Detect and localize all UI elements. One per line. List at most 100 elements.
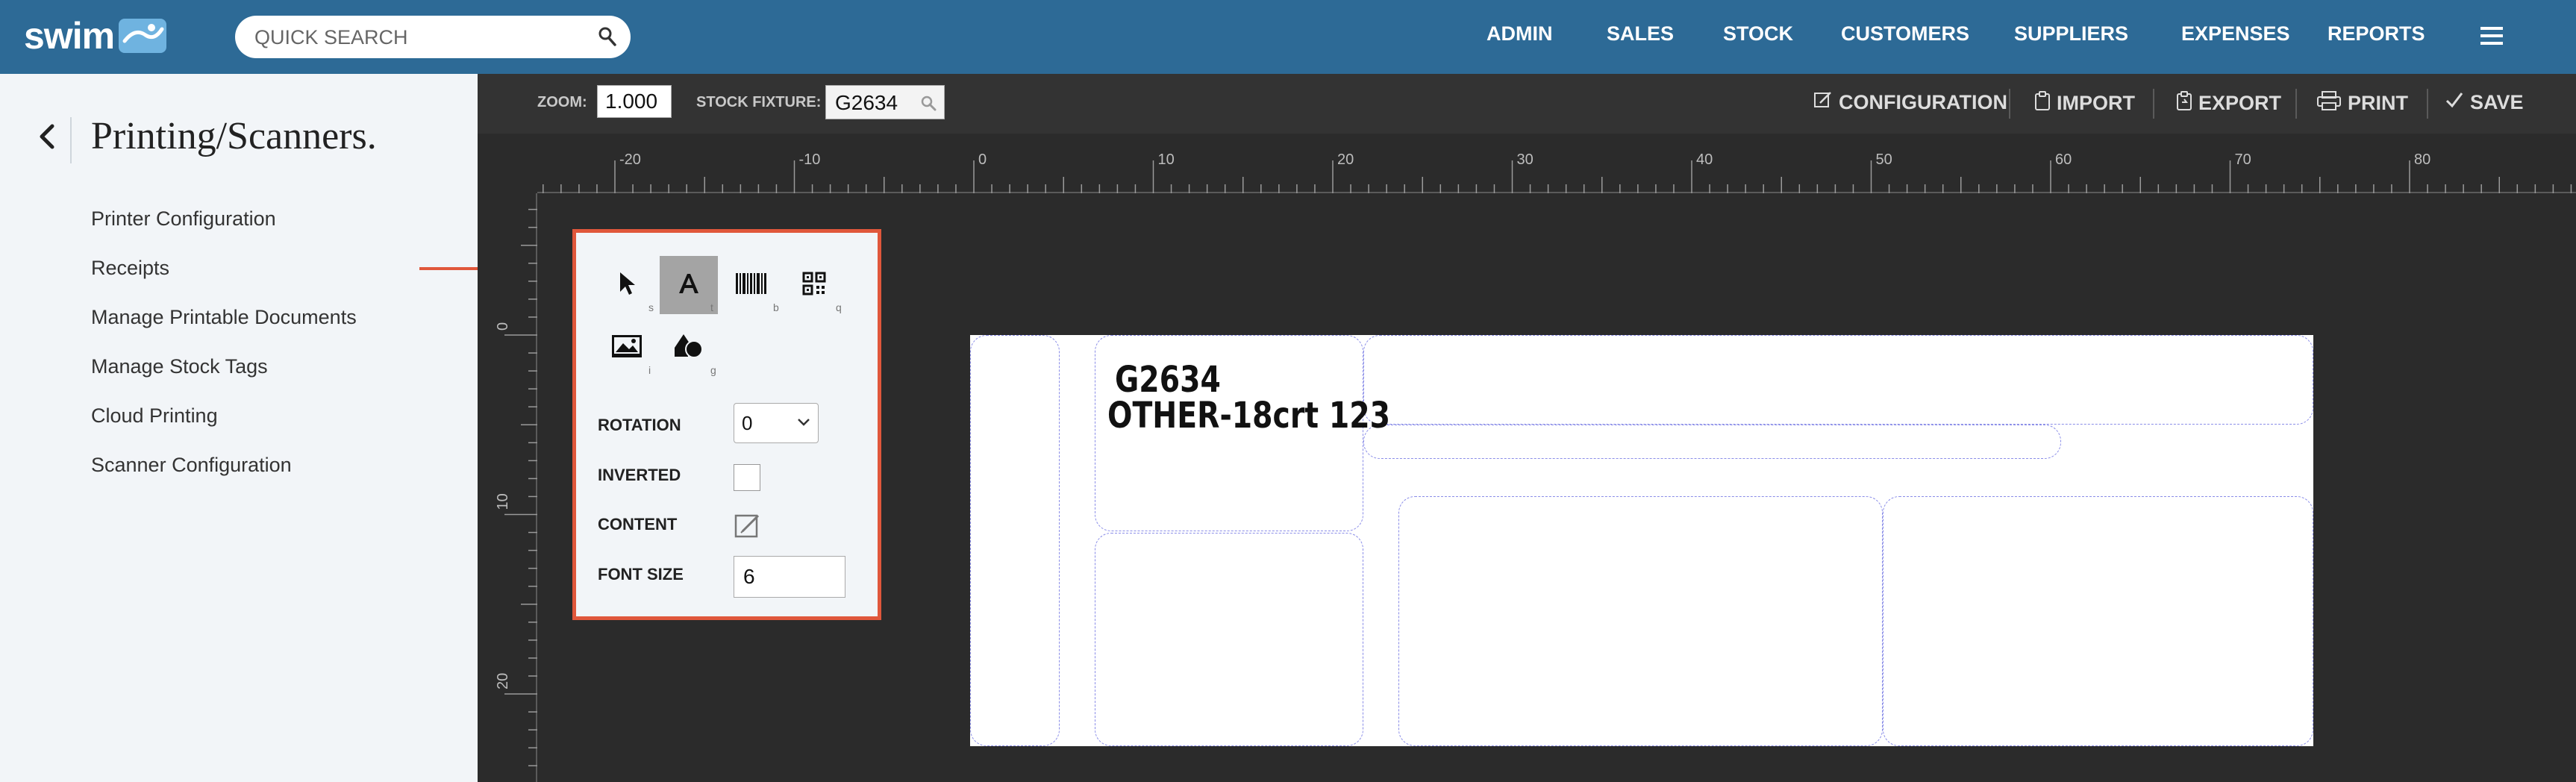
quick-search-box[interactable] (235, 16, 631, 60)
barcode-icon (735, 272, 768, 299)
inverted-checkbox[interactable] (734, 464, 760, 491)
logo-mark-icon (119, 19, 167, 53)
label-zone[interactable] (1883, 496, 2313, 746)
ruler-label: 0 (978, 151, 987, 168)
tool-shortcut-key: q (836, 301, 842, 313)
sidebar-item-scanner-configuration[interactable]: Scanner Configuration (91, 454, 292, 477)
configuration-label: CONFIGURATION (1839, 91, 2007, 113)
inverted-label: INVERTED (598, 466, 681, 484)
toolbar-divider (2295, 89, 2297, 119)
edit-icon (1813, 90, 1833, 115)
stock-fixture-field[interactable] (825, 85, 945, 120)
image-tool-button[interactable] (598, 319, 656, 377)
editor-toolbar: ZOOM: STOCK FIXTURE: CONFIGURATION IMPOR… (478, 74, 2576, 134)
font-size-input[interactable] (734, 556, 845, 598)
nav-stock[interactable]: STOCK (1723, 22, 1793, 46)
qrcode-icon (802, 272, 826, 299)
sidebar-item-manage-printable-documents[interactable]: Manage Printable Documents (91, 306, 357, 329)
ruler-label: 60 (2055, 151, 2072, 168)
ruler-label: 20 (495, 673, 511, 689)
tool-shortcut-key: s (648, 301, 654, 313)
top-navigation-bar: swim ADMIN SALES STOCK CUSTOMERS SUPPLIE… (0, 0, 2576, 74)
ruler-label: 30 (1517, 151, 1534, 168)
title-divider (70, 117, 72, 163)
ruler-label: 50 (1876, 151, 1892, 168)
checkmark-icon (2445, 90, 2464, 115)
shape-tool-button[interactable] (660, 319, 718, 377)
hamburger-menu-icon[interactable] (2479, 24, 2504, 51)
tool-shortcut-key: b (773, 301, 779, 313)
stock-fixture-input[interactable] (834, 86, 919, 120)
nav-suppliers[interactable]: SUPPLIERS (2014, 22, 2128, 46)
select-tool-button[interactable] (598, 256, 656, 314)
print-button[interactable]: PRINT (2316, 90, 2408, 116)
label-preview-sheet[interactable]: G2634 OTHER-18crt 123 (970, 335, 2313, 746)
rotation-label: ROTATION (598, 416, 681, 434)
rotation-select[interactable]: 0 (734, 403, 819, 443)
nav-customers[interactable]: CUSTOMERS (1841, 22, 1969, 46)
search-icon[interactable] (598, 26, 617, 51)
swim-logo[interactable]: swim (24, 13, 167, 58)
import-button[interactable]: IMPORT (2034, 90, 2135, 116)
tool-shortcut-key: t (710, 301, 713, 313)
toolbar-divider (2427, 89, 2428, 119)
text-tool-button[interactable] (660, 256, 718, 314)
nav-reports[interactable]: REPORTS (2328, 22, 2425, 46)
zoom-input[interactable] (597, 85, 672, 118)
printer-icon (2316, 90, 2342, 116)
nav-expenses[interactable]: EXPENSES (2181, 22, 2290, 46)
nav-sales[interactable]: SALES (1607, 22, 1674, 46)
nav-admin[interactable]: ADMIN (1486, 22, 1553, 46)
ruler-label: -10 (799, 151, 821, 168)
export-button[interactable]: EXPORT (2176, 90, 2281, 116)
font-size-label: FONT SIZE (598, 565, 684, 584)
logo-text: swim (24, 15, 115, 57)
ruler-label: 20 (1337, 151, 1354, 168)
element-tool-panel: s t b q i g ROTATION 0 INVERTED CONTENT … (572, 229, 881, 620)
content-label: CONTENT (598, 515, 678, 534)
save-button[interactable]: SAVE (2445, 90, 2524, 115)
export-clipboard-icon (2176, 90, 2192, 116)
shapes-icon (673, 333, 704, 363)
horizontal-ruler: -20 -10 0 10 20 30 40 50 60 70 80 (537, 134, 2576, 193)
qrcode-tool-button[interactable] (785, 256, 843, 314)
toolbar-divider (2009, 89, 2010, 119)
print-label: PRINT (2348, 92, 2408, 114)
vertical-ruler: 0 10 20 (478, 193, 537, 782)
ruler-label: 70 (2235, 151, 2251, 168)
label-zone[interactable] (1095, 533, 1363, 746)
export-label: EXPORT (2198, 92, 2282, 114)
label-text-line-2[interactable]: OTHER-18crt 123 (1107, 395, 1390, 437)
configuration-button[interactable]: CONFIGURATION (1813, 90, 2007, 115)
clipboard-icon (2034, 90, 2051, 116)
tool-shortcut-key: g (710, 364, 716, 376)
label-zone[interactable] (1398, 496, 1883, 746)
zoom-label: ZOOM: (537, 94, 587, 110)
image-icon (611, 334, 643, 362)
ruler-label: -20 (619, 151, 641, 168)
barcode-tool-button[interactable] (722, 256, 781, 314)
back-chevron-icon[interactable] (36, 120, 58, 157)
label-zone[interactable] (970, 335, 1060, 746)
quick-search-input[interactable] (253, 16, 577, 60)
label-zone[interactable] (1363, 425, 2061, 459)
sidebar-item-cloud-printing[interactable]: Cloud Printing (91, 404, 218, 428)
ruler-label: 80 (2414, 151, 2430, 168)
stock-fixture-label: STOCK FIXTURE: (696, 94, 822, 110)
sidebar-item-manage-stock-tags[interactable]: Manage Stock Tags (91, 355, 268, 378)
ruler-label: 10 (1158, 151, 1175, 168)
search-icon[interactable] (920, 95, 937, 115)
cursor-icon (617, 271, 637, 300)
label-zone[interactable] (1363, 335, 2313, 425)
import-label: IMPORT (2057, 92, 2135, 114)
sidebar-item-printer-configuration[interactable]: Printer Configuration (91, 207, 276, 231)
text-icon (677, 272, 701, 299)
sidebar-item-receipts[interactable]: Receipts (91, 257, 169, 280)
page-title: Printing/Scanners. (91, 115, 377, 157)
tool-shortcut-key: i (648, 364, 651, 376)
ruler-label: 0 (495, 322, 511, 331)
content-edit-icon[interactable] (734, 512, 762, 544)
ruler-label: 10 (495, 493, 511, 510)
settings-sidebar: Printing/Scanners. Printer Configuration… (0, 74, 478, 782)
toolbar-divider (2153, 89, 2154, 119)
